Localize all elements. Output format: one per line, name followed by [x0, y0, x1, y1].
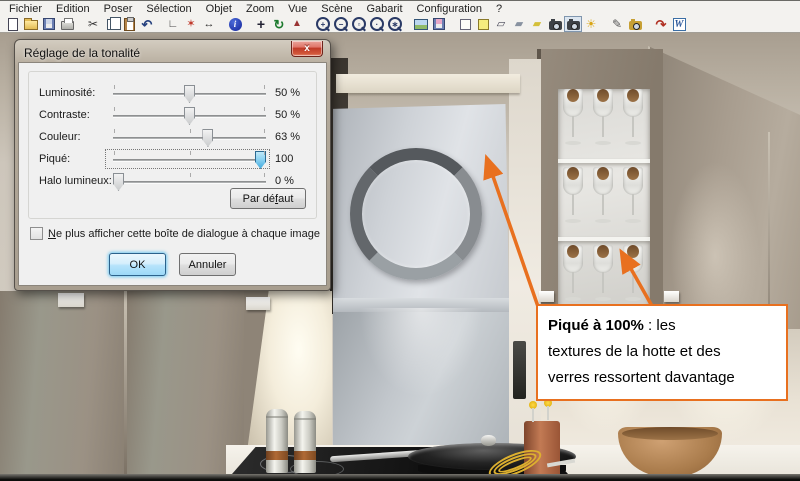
color-plan-view-icon[interactable]: [474, 16, 492, 32]
export-word-icon[interactable]: [670, 16, 688, 32]
annotation-callout: Piqué à 100% : les textures de la hotte …: [536, 304, 788, 401]
tools-icon[interactable]: [608, 16, 626, 32]
perspective-icon[interactable]: [288, 16, 306, 32]
save-icon[interactable]: [40, 16, 58, 32]
menu-vue[interactable]: Vue: [281, 3, 314, 15]
dont-show-checkbox[interactable]: [30, 227, 43, 240]
zoom-window-icon[interactable]: [350, 16, 368, 32]
halo-value: 0 %: [272, 175, 308, 187]
zoom-in-icon[interactable]: [314, 16, 332, 32]
pique-slider[interactable]: [113, 149, 266, 169]
photo-realistic-view-icon[interactable]: [564, 16, 582, 32]
rotate-icon[interactable]: [270, 16, 288, 32]
couleur-thumb[interactable]: [202, 129, 213, 147]
menu-zoom[interactable]: Zoom: [239, 3, 281, 15]
cut-icon[interactable]: [84, 16, 102, 32]
par-defaut-button[interactable]: Par défaut: [230, 188, 306, 209]
arrow-to-glasses: [622, 253, 652, 306]
toolbar: ▱ ▰ ▰: [0, 16, 800, 33]
measure-icon[interactable]: [200, 16, 218, 32]
menu-poser[interactable]: Poser: [97, 3, 140, 15]
cancel-button[interactable]: Annuler: [179, 253, 236, 276]
wireframe-view-icon[interactable]: ▱: [492, 16, 510, 32]
contraste-label: Contraste:: [39, 109, 113, 121]
contraste-slider[interactable]: [113, 105, 266, 125]
copy-icon[interactable]: [102, 16, 120, 32]
paste-icon[interactable]: [120, 16, 138, 32]
print-icon[interactable]: [58, 16, 76, 32]
dialog-titlebar[interactable]: Réglage de la tonalité x: [18, 43, 327, 62]
slider-row-contraste: Contraste: 50 %: [39, 104, 308, 126]
menu-edition[interactable]: Edition: [49, 3, 97, 15]
zoom-previous-icon[interactable]: [368, 16, 386, 32]
walkthrough-path-icon[interactable]: [652, 16, 670, 32]
couleur-label: Couleur:: [39, 131, 113, 143]
lighting-icon[interactable]: [582, 16, 600, 32]
ok-button[interactable]: OK: [109, 253, 166, 276]
dialog-title: Réglage de la tonalité: [18, 46, 140, 60]
checkbox-label: Ne plus afficher cette boîte de dialogue…: [48, 228, 320, 240]
contraste-thumb[interactable]: [184, 107, 195, 125]
slider-row-pique: Piqué: 100: [39, 148, 308, 170]
draw-wall-icon[interactable]: [164, 16, 182, 32]
luminosite-slider[interactable]: [113, 83, 266, 103]
info-icon[interactable]: [226, 16, 244, 32]
dialog-client-area: Luminosité: 50 % Contraste: 50 % Couleur…: [18, 62, 327, 286]
open-project-icon[interactable]: [22, 16, 40, 32]
dont-show-row: Ne plus afficher cette boîte de dialogue…: [30, 227, 320, 240]
tonality-dialog: Réglage de la tonalité x Luminosité: 50 …: [14, 39, 331, 291]
menu-bar: Fichier Edition Poser Sélection Objet Zo…: [0, 1, 800, 16]
application-window: Fichier Edition Poser Sélection Objet Zo…: [0, 0, 800, 481]
camera-icon[interactable]: [626, 16, 644, 32]
luminosite-value: 50 %: [272, 87, 308, 99]
move-icon[interactable]: [252, 16, 270, 32]
sliders-group: Luminosité: 50 % Contraste: 50 % Couleur…: [28, 71, 317, 219]
undo-icon[interactable]: [138, 16, 156, 32]
show-image-icon[interactable]: [412, 16, 430, 32]
textured-view-icon[interactable]: ▰: [528, 16, 546, 32]
hidden-faces-view-icon[interactable]: ▰: [510, 16, 528, 32]
slider-row-luminosite: Luminosité: 50 %: [39, 82, 308, 104]
menu-gabarit[interactable]: Gabarit: [359, 3, 409, 15]
menu-configuration[interactable]: Configuration: [410, 3, 489, 15]
couleur-value: 63 %: [272, 131, 308, 143]
menu-help[interactable]: ?: [489, 3, 509, 15]
menu-fichier[interactable]: Fichier: [2, 3, 49, 15]
pique-value: 100: [272, 153, 308, 165]
menu-scene[interactable]: Scène: [314, 3, 359, 15]
contraste-value: 50 %: [272, 109, 308, 121]
menu-objet[interactable]: Objet: [199, 3, 239, 15]
zoom-all-icon[interactable]: [386, 16, 404, 32]
annotation-bold-text: Piqué à 100%: [548, 317, 644, 334]
save-image-icon[interactable]: [430, 16, 448, 32]
halo-label: Halo lumineux:: [39, 175, 113, 187]
luminosite-label: Luminosité:: [39, 87, 113, 99]
menu-selection[interactable]: Sélection: [139, 3, 198, 15]
zoom-out-icon[interactable]: [332, 16, 350, 32]
couleur-slider[interactable]: [113, 127, 266, 147]
arrow-to-hood: [487, 159, 543, 321]
luminosite-thumb[interactable]: [184, 85, 195, 103]
new-document-icon[interactable]: [4, 16, 22, 32]
slider-row-couleur: Couleur: 63 %: [39, 126, 308, 148]
plan-view-icon[interactable]: [456, 16, 474, 32]
halo-thumb[interactable]: [113, 173, 124, 191]
place-object-icon[interactable]: [182, 16, 200, 32]
close-icon[interactable]: x: [291, 41, 323, 57]
photo-view-icon[interactable]: [546, 16, 564, 32]
dialog-buttons: OK Annuler: [19, 253, 326, 276]
pique-label: Piqué:: [39, 153, 113, 165]
